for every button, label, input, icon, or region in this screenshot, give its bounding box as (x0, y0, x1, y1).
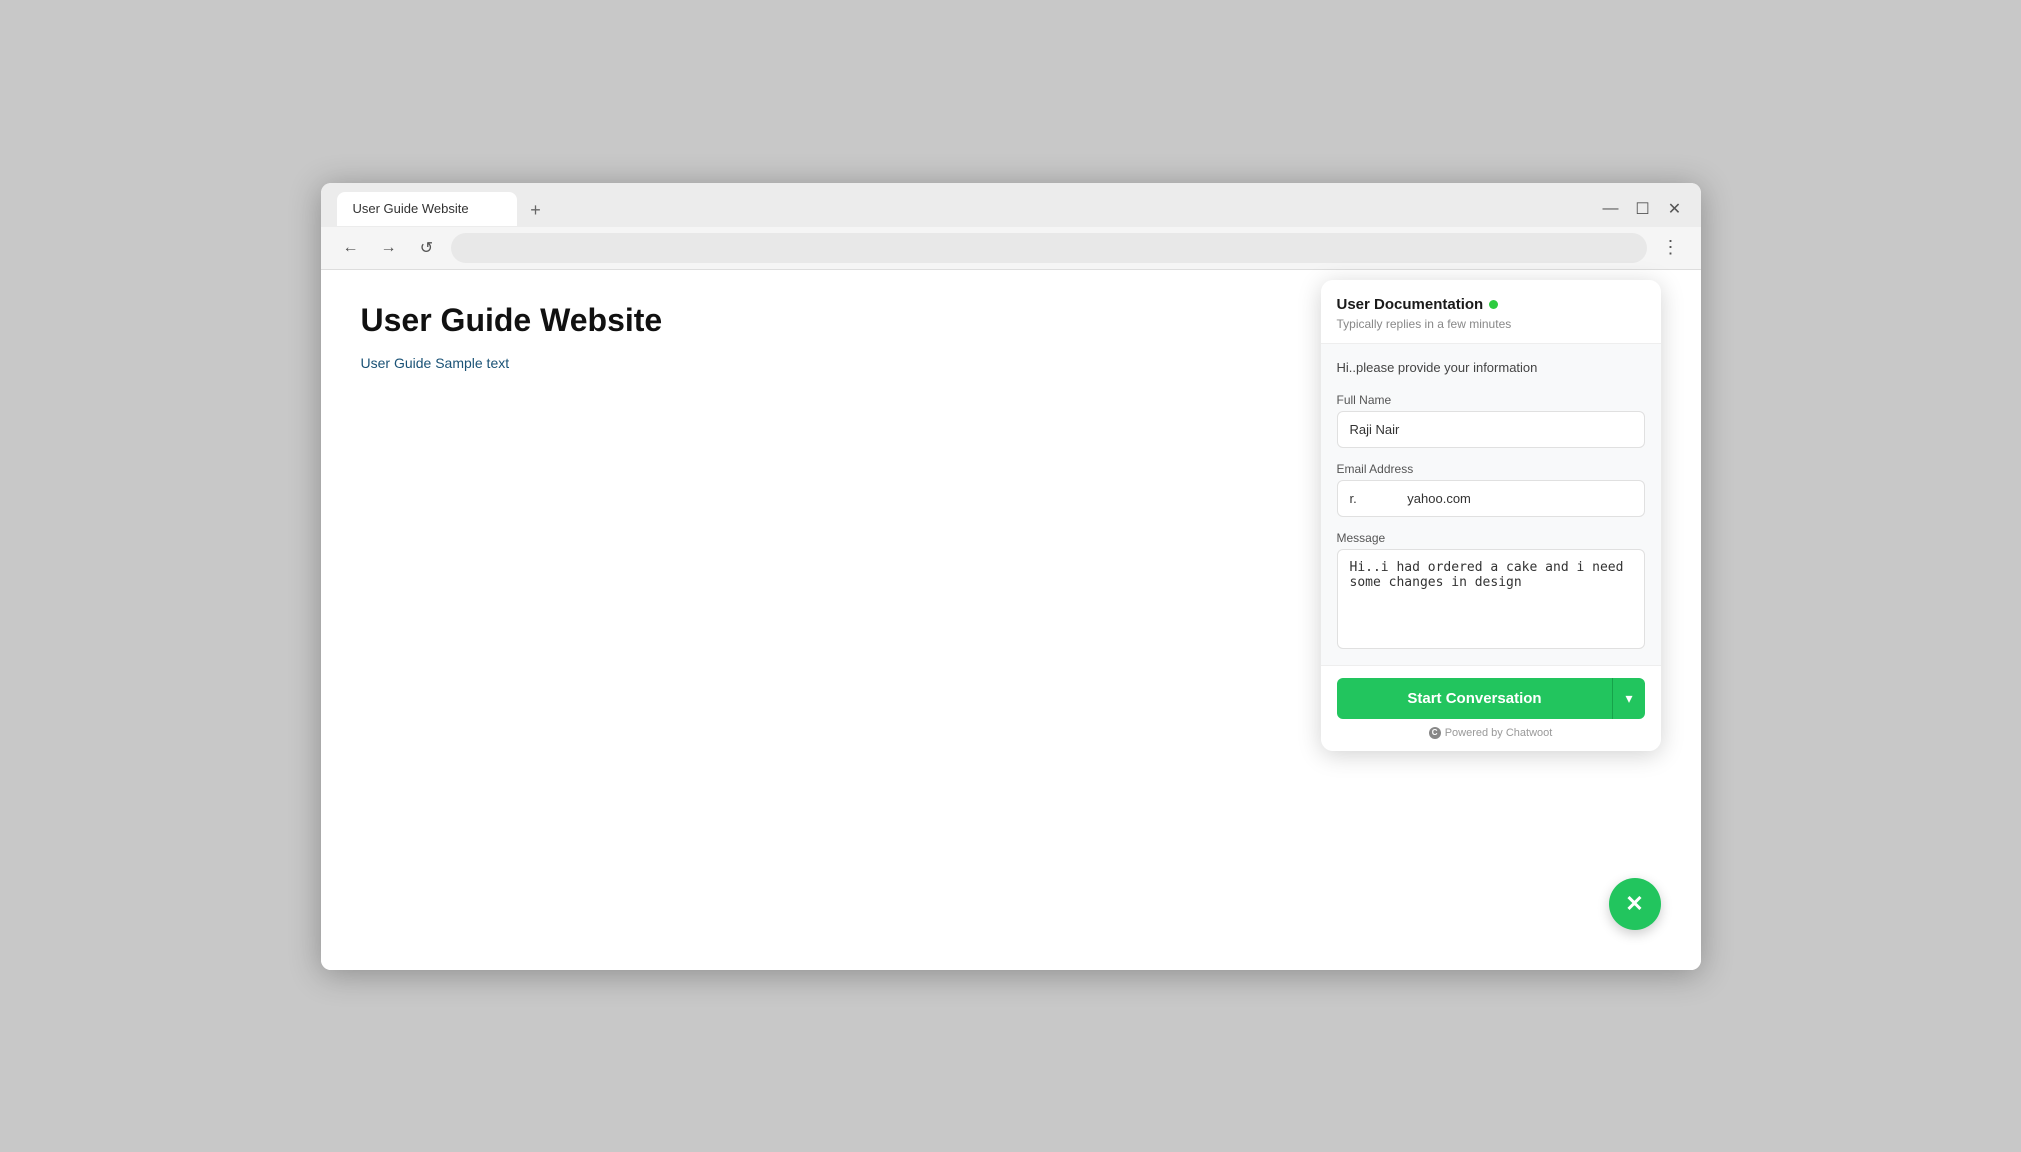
new-tab-button[interactable]: + (521, 196, 551, 226)
full-name-group: Full Name (1337, 393, 1645, 448)
chat-fab-button[interactable]: ✕ (1609, 878, 1661, 930)
chat-footer: Start Conversation ▾ C Powered by Chatwo… (1321, 665, 1661, 751)
email-group: Email Address (1337, 462, 1645, 517)
maximize-icon: ☐ (1635, 199, 1649, 219)
close-button[interactable]: ✕ (1665, 199, 1685, 219)
chat-title-row: User Documentation (1337, 296, 1645, 313)
message-textarea[interactable] (1337, 549, 1645, 649)
minimize-button[interactable]: — (1601, 199, 1621, 219)
browser-toolbar: ← → ↺ ⋮ (321, 227, 1701, 270)
chat-widget: User Documentation Typically replies in … (1321, 280, 1661, 751)
full-name-input[interactable] (1337, 411, 1645, 448)
powered-by: C Powered by Chatwoot (1337, 727, 1645, 739)
close-fab-icon: ✕ (1625, 891, 1643, 917)
chat-header-info: User Documentation Typically replies in … (1337, 296, 1645, 331)
email-input[interactable] (1337, 480, 1645, 517)
window-controls: — ☐ ✕ (1601, 199, 1685, 219)
minimize-icon: — (1603, 200, 1619, 218)
start-conversation-arrow[interactable]: ▾ (1612, 678, 1644, 719)
chat-reply-status: Typically replies in a few minutes (1337, 317, 1645, 331)
browser-menu-button[interactable]: ⋮ (1657, 234, 1685, 262)
browser-chrome: User Guide Website + — ☐ ✕ ← (321, 183, 1701, 270)
message-group: Message (1337, 531, 1645, 649)
new-tab-icon: + (530, 200, 541, 221)
full-name-label: Full Name (1337, 393, 1645, 407)
browser-titlebar: User Guide Website + — ☐ ✕ (321, 183, 1701, 227)
maximize-button[interactable]: ☐ (1633, 199, 1653, 219)
menu-icon: ⋮ (1662, 237, 1680, 258)
start-btn-row: Start Conversation ▾ (1337, 678, 1645, 719)
tab-bar: User Guide Website + (337, 192, 1601, 226)
forward-icon: → (381, 239, 397, 257)
forward-button[interactable]: → (375, 234, 403, 262)
chat-title: User Documentation (1337, 296, 1484, 313)
back-icon: ← (343, 239, 359, 257)
active-tab[interactable]: User Guide Website (337, 192, 517, 226)
back-button[interactable]: ← (337, 234, 365, 262)
email-label: Email Address (1337, 462, 1645, 476)
chat-greeting: Hi..please provide your information (1337, 360, 1645, 375)
message-label: Message (1337, 531, 1645, 545)
start-conversation-button[interactable]: Start Conversation (1337, 678, 1613, 719)
address-bar[interactable] (451, 233, 1647, 263)
browser-window: User Guide Website + — ☐ ✕ ← (321, 183, 1701, 970)
close-icon: ✕ (1668, 199, 1681, 219)
tab-label: User Guide Website (353, 201, 469, 216)
chat-body: Hi..please provide your information Full… (1321, 344, 1661, 665)
reload-button[interactable]: ↺ (413, 234, 441, 262)
online-status-dot (1489, 300, 1498, 309)
page-content: User Guide Website User Guide Sample tex… (321, 270, 1701, 970)
chevron-down-icon: ▾ (1625, 690, 1632, 706)
powered-by-text: Powered by Chatwoot (1445, 727, 1553, 739)
start-conversation-label: Start Conversation (1407, 690, 1541, 707)
chatwoot-logo: C (1429, 727, 1441, 739)
chat-header: User Documentation Typically replies in … (1321, 280, 1661, 344)
reload-icon: ↺ (420, 238, 433, 258)
